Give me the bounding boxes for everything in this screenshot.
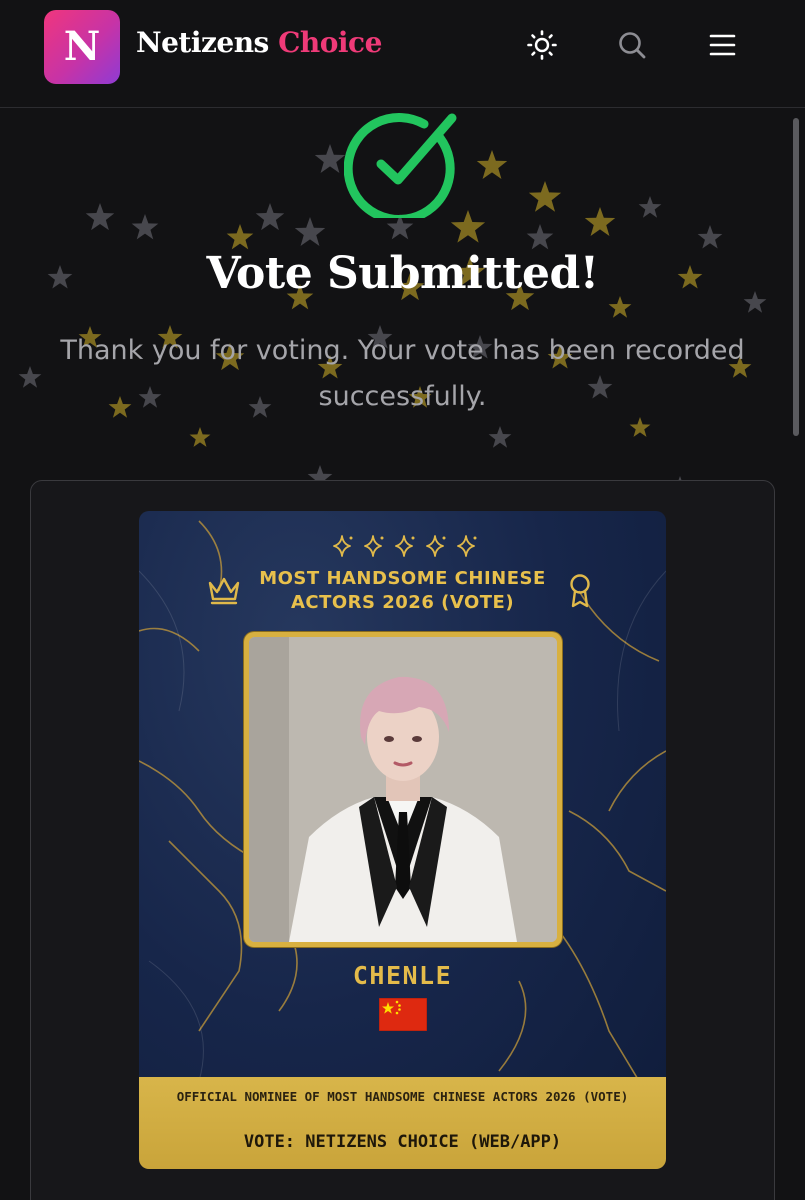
site-header: N Netizens Choice — [0, 0, 805, 108]
vote-submitted-title: Vote Submitted! — [206, 248, 599, 299]
brand-name[interactable]: Netizens Choice — [136, 26, 382, 59]
award-ribbon-icon — [570, 574, 590, 608]
official-nominee-note: OFFICIAL NOMINEE OF MOST HANDSOME CHINES… — [176, 1089, 629, 1104]
sun-icon[interactable] — [527, 30, 557, 60]
search-icon[interactable] — [617, 30, 647, 60]
site-logo[interactable]: N — [44, 10, 120, 84]
sparkles-icon — [333, 535, 477, 557]
nominee-photo — [249, 637, 557, 942]
poster-footer: OFFICIAL NOMINEE OF MOST HANDSOME CHINES… — [139, 1077, 666, 1169]
nominee-name: CHENLE — [352, 961, 453, 990]
nominee-poster: MOST HANDSOME CHINESE ACTORS 2026 (VOTE) — [139, 511, 666, 1169]
logo-letter: N — [63, 23, 101, 70]
china-flag-icon — [379, 998, 427, 1031]
vote-source-label: VOTE: NETIZENS CHOICE (WEB/APP) — [243, 1132, 562, 1152]
brand-name-part2: Choice — [278, 26, 382, 59]
crown-icon — [208, 577, 240, 605]
menu-icon[interactable] — [707, 30, 737, 60]
award-category-title: MOST HANDSOME CHINESE ACTORS 2026 (VOTE) — [259, 568, 546, 613]
vote-confirmation-message: Thank you for voting. Your vote has been… — [60, 335, 745, 412]
check-circle-icon — [344, 113, 457, 218]
brand-name-part1: Netizens — [136, 26, 269, 59]
nominee-photo-frame — [244, 632, 562, 947]
page-scrollbar[interactable] — [793, 118, 799, 436]
nominee-portrait-illustration — [249, 637, 557, 942]
